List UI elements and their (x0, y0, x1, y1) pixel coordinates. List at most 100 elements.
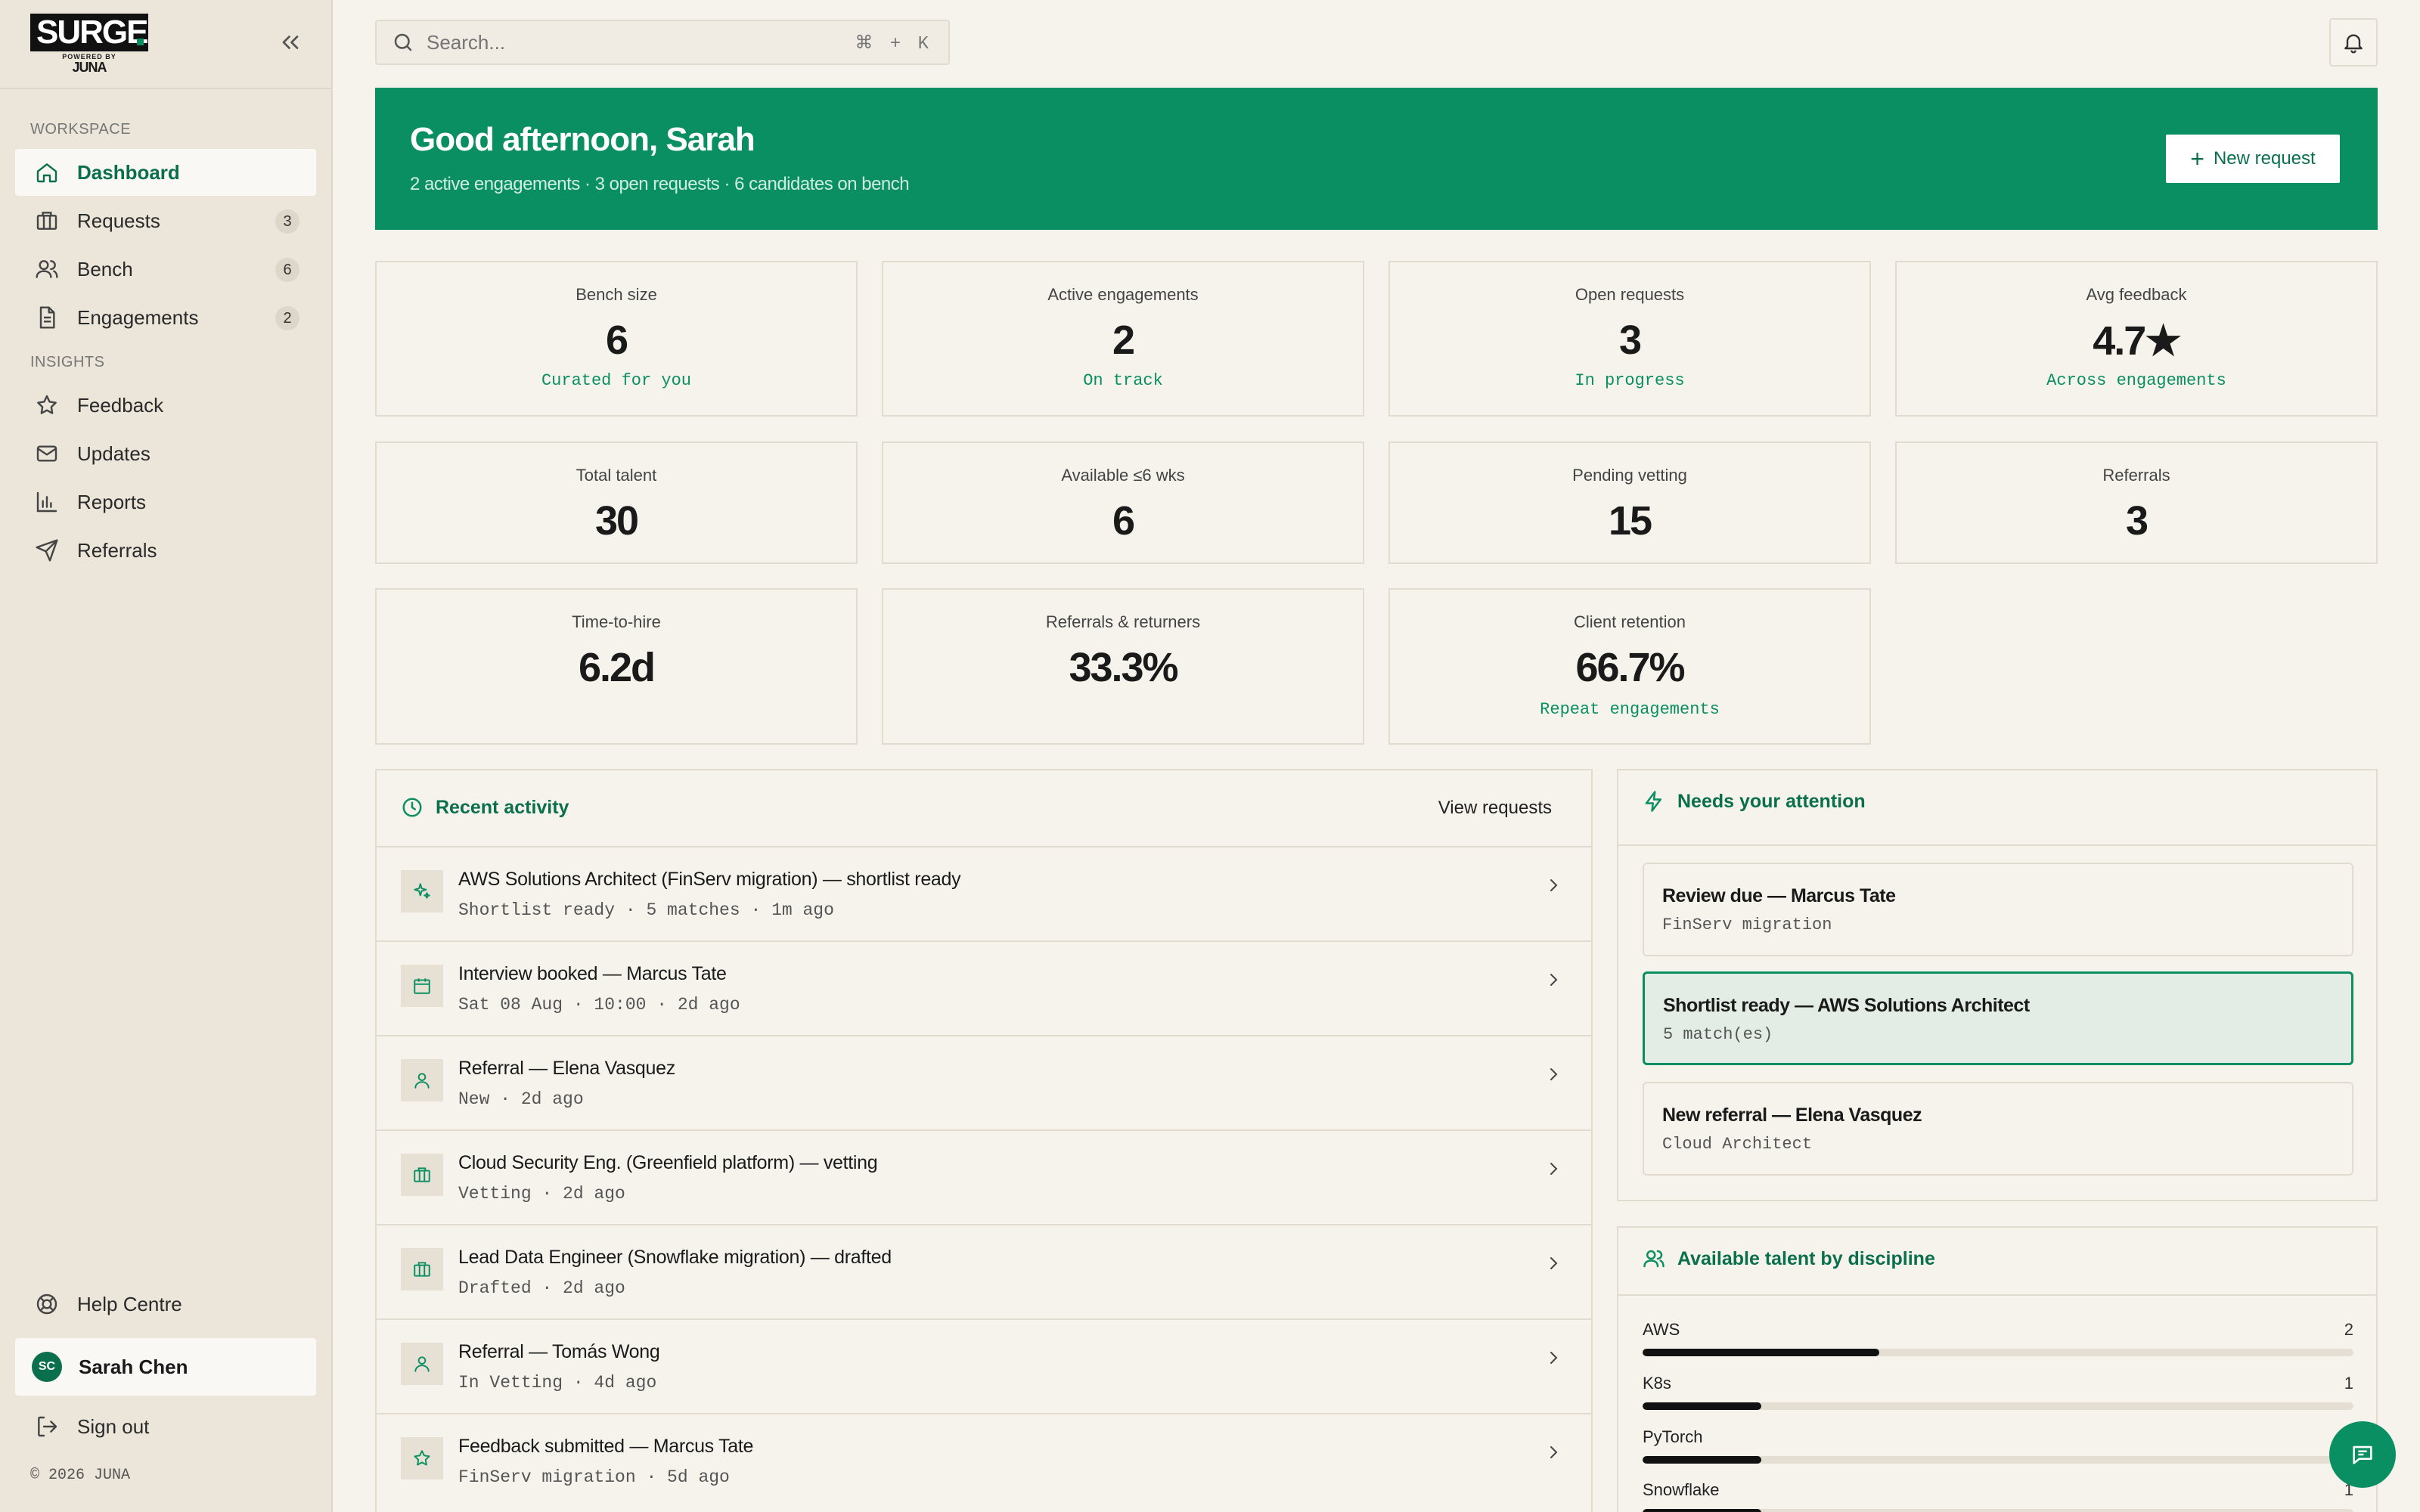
discipline-count: 1 (2344, 1374, 2353, 1393)
chevron-right-icon (1544, 1160, 1562, 1178)
attention-header: Needs your attention (1643, 790, 1866, 813)
stat-card-available[interactable]: Available ≤6 wks 6 (882, 442, 1364, 564)
avatar: SC (32, 1352, 62, 1382)
activity-meta: Sat 08 Aug · 10:00 · 2d ago (458, 995, 740, 1015)
discipline-name: K8s (1643, 1374, 1671, 1393)
activity-meta: New · 2d ago (458, 1089, 584, 1109)
activity-title: Cloud Security Eng. (Greenfield platform… (458, 1152, 878, 1173)
sidebar-item-label: Bench (77, 257, 133, 280)
sign-out-button[interactable]: Sign out (15, 1403, 316, 1450)
stat-card-referrals[interactable]: Referrals 3 (1895, 442, 2378, 564)
activity-row[interactable]: Interview booked — Marcus Tate Sat 08 Au… (377, 940, 1591, 1035)
sidebar-item-updates[interactable]: Updates (15, 430, 316, 477)
chat-icon (2350, 1442, 2375, 1467)
copyright: © 2026 JUNA (30, 1467, 131, 1484)
activity-row[interactable]: AWS Solutions Architect (FinServ migrati… (377, 846, 1591, 940)
attention-item[interactable]: Review due — Marcus Tate FinServ migrati… (1643, 863, 2353, 956)
activity-row[interactable]: Lead Data Engineer (Snowflake migration)… (377, 1224, 1591, 1318)
sidebar-item-label: Feedback (77, 393, 164, 417)
briefcase-icon (35, 209, 59, 233)
stat-card-referrals-returners[interactable]: Referrals & returners 33.3% (882, 588, 1364, 745)
stat-sub: Repeat engagements (1540, 700, 1720, 719)
stat-value: 3 (1618, 318, 1642, 363)
attention-item[interactable]: New referral — Elena Vasquez Cloud Archi… (1643, 1082, 2353, 1176)
stat-card-avg-feedback[interactable]: Avg feedback 4.7★ Across engagements (1895, 261, 2378, 417)
sidebar-item-reports[interactable]: Reports (15, 479, 316, 525)
sidebar-item-referrals[interactable]: Referrals (15, 527, 316, 574)
activity-row[interactable]: Referral — Tomás Wong In Vetting · 4d ag… (377, 1318, 1591, 1413)
discipline-count: 2 (2344, 1320, 2353, 1339)
document-icon (35, 305, 59, 330)
briefcase-icon (401, 1154, 443, 1196)
mail-icon (35, 442, 59, 466)
discipline-name: Snowflake (1643, 1480, 1720, 1499)
user-profile[interactable]: SC Sarah Chen (15, 1338, 316, 1396)
stat-card-total-talent[interactable]: Total talent 30 (375, 442, 858, 564)
sidebar-item-requests[interactable]: Requests 3 (15, 197, 316, 244)
activity-meta: FinServ migration · 5d ago (458, 1467, 730, 1487)
chat-button[interactable] (2329, 1421, 2396, 1488)
calendar-icon (401, 965, 443, 1007)
talent-header: Available talent by discipline (1643, 1247, 1935, 1270)
activity-title: Lead Data Engineer (Snowflake migration)… (458, 1247, 892, 1268)
plus-icon: + (2190, 145, 2204, 172)
sidebar-item-dashboard[interactable]: Dashboard (15, 149, 316, 196)
star-icon (35, 393, 59, 417)
activity-row[interactable]: Cloud Security Eng. (Greenfield platform… (377, 1129, 1591, 1224)
stat-value: 6 (605, 318, 628, 363)
search-bar[interactable]: ⌘ + K (375, 20, 950, 65)
collapse-sidebar-icon[interactable] (277, 29, 304, 56)
stat-card-active-engagements[interactable]: Active engagements 2 On track (882, 261, 1364, 417)
attention-item-highlighted[interactable]: Shortlist ready — AWS Solutions Architec… (1643, 971, 2353, 1065)
discipline-bar (1643, 1456, 1761, 1464)
star-icon (401, 1437, 443, 1479)
bench-count-badge: 6 (275, 258, 299, 282)
stat-label: Referrals & returners (1045, 612, 1201, 631)
stat-card-pending-vetting[interactable]: Pending vetting 15 (1388, 442, 1871, 564)
sidebar-item-label: Dashboard (77, 160, 180, 184)
sidebar-item-label: Referrals (77, 538, 157, 562)
sidebar-item-bench[interactable]: Bench 6 (15, 246, 316, 293)
view-requests-link[interactable]: View requests (1438, 798, 1552, 819)
engagements-count-badge: 2 (275, 306, 299, 330)
stat-value: 3 (2125, 498, 2149, 544)
logo-text: SURGE (36, 14, 148, 51)
stat-label: Pending vetting (1572, 466, 1687, 485)
stat-card-time-to-hire[interactable]: Time-to-hire 6.2d (375, 588, 858, 745)
stat-card-client-retention[interactable]: Client retention 66.7% Repeat engagement… (1388, 588, 1871, 745)
stat-value: 66.7% (1575, 645, 1685, 690)
sidebar-item-label: Engagements (77, 305, 199, 329)
talent-title: Available talent by discipline (1677, 1247, 1935, 1269)
stat-label: Client retention (1574, 612, 1686, 631)
chevron-right-icon (1544, 876, 1562, 894)
activity-title: Interview booked — Marcus Tate (458, 963, 727, 984)
sidebar-item-label: Requests (77, 209, 160, 232)
activity-meta: Drafted · 2d ago (458, 1278, 625, 1298)
sidebar-item-engagements[interactable]: Engagements 2 (15, 294, 316, 341)
home-icon (35, 160, 59, 184)
stat-card-bench-size[interactable]: Bench size 6 Curated for you (375, 261, 858, 417)
users-icon (35, 257, 59, 281)
new-request-button[interactable]: + New request (2166, 135, 2340, 183)
activity-row[interactable]: Feedback submitted — Marcus Tate FinServ… (377, 1413, 1591, 1507)
activity-title: AWS Solutions Architect (FinServ migrati… (458, 869, 961, 890)
notifications-button[interactable] (2329, 18, 2378, 67)
stat-value: 30 (594, 498, 639, 544)
recent-activity-title: Recent activity (436, 796, 569, 818)
attention-item-sub: 5 match(es) (1663, 1025, 1773, 1044)
sidebar-item-feedback[interactable]: Feedback (15, 382, 316, 429)
user-icon (401, 1059, 443, 1101)
recent-activity-panel: Recent activity View requests AWS Soluti… (375, 769, 1593, 1512)
new-request-label: New request (2213, 148, 2316, 169)
stat-label: Total talent (576, 466, 657, 485)
surge-logo[interactable]: SURGE POWERED BY JUNA (30, 14, 148, 74)
stat-sub: On track (1083, 371, 1163, 390)
insights-section-label: INSIGHTS (30, 354, 105, 370)
activity-row[interactable]: Referral — Elena Vasquez New · 2d ago (377, 1035, 1591, 1129)
chevron-right-icon (1544, 1065, 1562, 1083)
stat-label: Bench size (576, 285, 657, 304)
activity-meta: In Vetting · 4d ago (458, 1373, 657, 1393)
search-input[interactable] (427, 30, 850, 54)
help-centre-link[interactable]: Help Centre (15, 1281, 316, 1328)
stat-card-open-requests[interactable]: Open requests 3 In progress (1388, 261, 1871, 417)
